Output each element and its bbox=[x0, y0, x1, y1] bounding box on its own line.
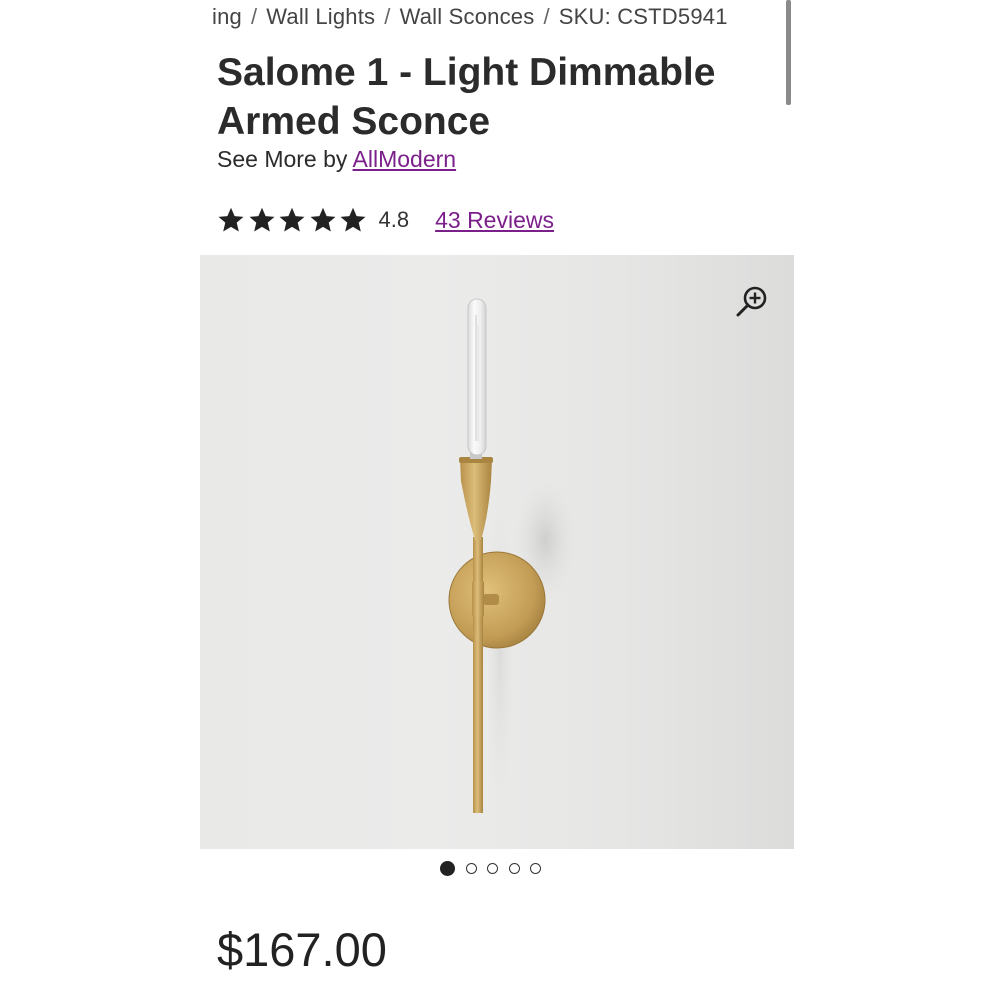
star-icon bbox=[279, 207, 305, 232]
star-icon bbox=[249, 207, 274, 232]
gallery-dot-3[interactable] bbox=[487, 862, 498, 874]
gallery-pagination bbox=[440, 859, 552, 877]
zoom-in-icon[interactable] bbox=[732, 281, 772, 321]
rating-summary: 4.8 43 Reviews bbox=[217, 202, 554, 238]
sconce-photo bbox=[448, 298, 575, 813]
reviews-link[interactable]: 43 Reviews bbox=[435, 207, 554, 234]
brand-link[interactable]: AllModern bbox=[353, 146, 457, 172]
gallery-dot-2[interactable] bbox=[465, 862, 477, 874]
product-image[interactable] bbox=[200, 255, 794, 849]
gallery-dot-4[interactable] bbox=[508, 862, 520, 874]
star-rating bbox=[217, 206, 370, 234]
breadcrumb-item-wall-lights[interactable]: Wall Lights bbox=[266, 4, 375, 30]
gallery-dot-5[interactable] bbox=[530, 862, 541, 874]
breadcrumb-separator: / bbox=[384, 4, 391, 29]
brand-prefix: See More by bbox=[217, 146, 348, 172]
product-price: $167.00 bbox=[217, 923, 387, 976]
star-icon bbox=[218, 207, 244, 232]
breadcrumb: ing / Wall Lights / Wall Sconces / SKU: CSTD59… bbox=[212, 4, 782, 38]
product-title: Salome 1 - Light Dimmable Armed Sconce bbox=[217, 51, 716, 143]
brand-line: See More by AllModern bbox=[217, 146, 456, 173]
star-icon bbox=[310, 207, 335, 232]
scrollbar[interactable] bbox=[786, 0, 791, 105]
gallery-dot-1[interactable] bbox=[440, 860, 455, 876]
breadcrumb-separator: / bbox=[250, 4, 258, 29]
breadcrumb-item-lighting[interactable]: ing bbox=[212, 4, 242, 30]
rating-value: 4.8 bbox=[378, 207, 410, 232]
star-icon bbox=[340, 207, 366, 232]
breadcrumb-sku: SKU: CSTD5941 bbox=[558, 4, 728, 29]
breadcrumb-item-wall-sconces[interactable]: Wall Sconces bbox=[400, 4, 535, 30]
product-page: ing / Wall Lights / Wall Sconces / SKU: CSTD59… bbox=[0, 0, 1000, 1000]
breadcrumb-separator: / bbox=[543, 4, 550, 29]
